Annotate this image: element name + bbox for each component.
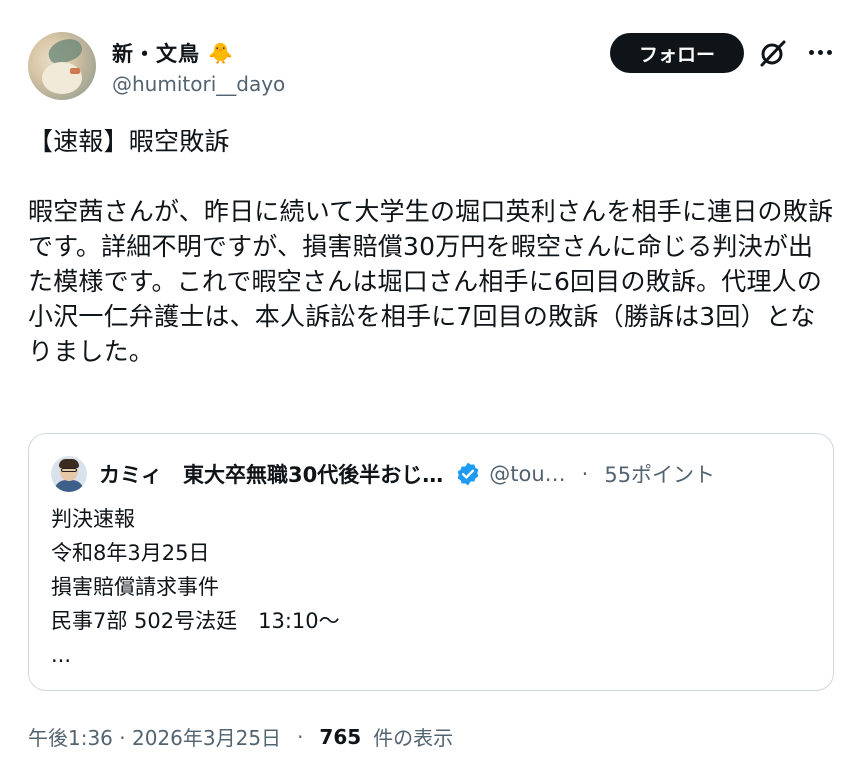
quoted-post-text: 判決速報 令和8年3月25日 損害賠償請求事件 民事7部 502号法廷 13:1…: [51, 507, 340, 667]
post-header: 新・文鳥 🐥 @humitori__dayo フォロー: [28, 30, 836, 102]
post-text: 【速報】暇空敗訴 暇空茜さんが、昨日に続いて大学生の堀口英利さんを相手に連日の敗…: [28, 127, 834, 366]
chick-emoji-icon: 🐥: [208, 41, 233, 65]
more-options-icon[interactable]: [804, 36, 836, 68]
quoted-post[interactable]: カミィ 東大卒無職30代後半おじ… @tou… · 55ポイント 判決速報 令和…: [28, 433, 834, 691]
author-name-row[interactable]: 新・文鳥 🐥: [112, 38, 233, 68]
quoted-author-handle: @tou…: [489, 462, 566, 486]
separator-dot: ·: [297, 724, 304, 749]
grok-icon[interactable]: [758, 38, 788, 68]
quoted-author-avatar: [51, 456, 87, 492]
views-label: 件の表示: [373, 726, 454, 750]
author-avatar[interactable]: [28, 32, 96, 100]
follow-button[interactable]: フォロー: [610, 33, 744, 73]
quoted-points: 55ポイント: [604, 463, 716, 487]
post-timestamp[interactable]: 午後1:36 · 2026年3月25日: [28, 722, 281, 751]
quoted-author-name: カミィ 東大卒無職30代後半おじ…: [99, 463, 444, 487]
author-handle[interactable]: @humitori__dayo: [112, 72, 285, 96]
author-display-name[interactable]: 新・文鳥: [112, 38, 200, 68]
separator-dot: ·: [581, 462, 589, 486]
views-count: 765: [319, 724, 362, 749]
verified-badge-icon: [457, 462, 479, 486]
quoted-post-header: カミィ 東大卒無職30代後半おじ… @tou… · 55ポイント: [51, 454, 821, 494]
post-meta: 午後1:36 · 2026年3月25日 · 765 件の表示: [28, 722, 453, 751]
